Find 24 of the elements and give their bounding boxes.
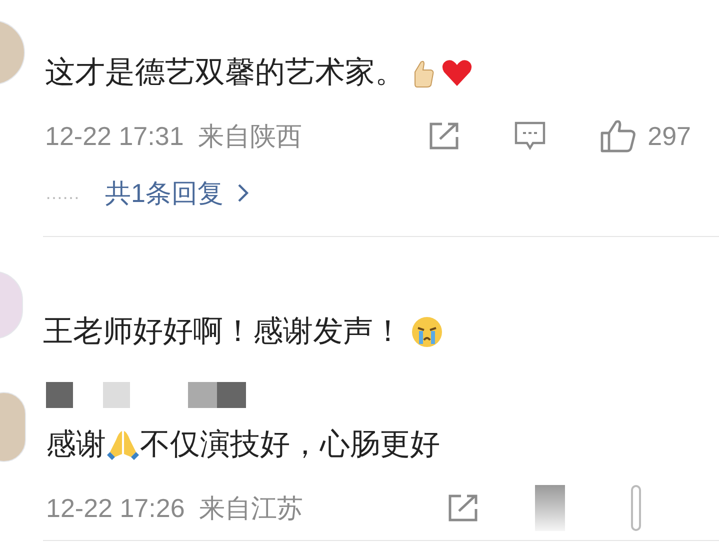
- ellipsis-dots: ……: [45, 182, 79, 205]
- share-icon[interactable]: [428, 121, 460, 152]
- replies-link[interactable]: 共1条回复: [105, 174, 224, 213]
- comment-time: 12-22 17:26: [46, 492, 185, 525]
- blurred-block: [535, 485, 565, 532]
- comment-text: 王老师好好啊！感谢发声！: [43, 313, 691, 350]
- comment-location: 来自江苏: [198, 492, 303, 525]
- redacted-block: [217, 382, 246, 408]
- share-icon[interactable]: [447, 493, 479, 524]
- comment-text: 感谢 不仅演技好，心肠更好: [46, 427, 441, 464]
- redacted-block: [46, 382, 73, 408]
- heart-icon: [441, 58, 473, 88]
- comment-time: 12-22 17:31: [45, 120, 184, 153]
- like-count: 297: [648, 120, 691, 153]
- folded-hands-icon: [106, 428, 140, 462]
- redacted-block: [103, 382, 130, 408]
- crying-face-icon: [411, 316, 443, 348]
- redacted-block: [188, 382, 217, 408]
- comment-text: 这才是德艺双馨的艺术家。: [45, 54, 691, 92]
- comment-location: 来自陕西: [198, 120, 302, 153]
- comment-icon[interactable]: [514, 121, 546, 152]
- thumbs-up-icon[interactable]: [600, 119, 636, 154]
- chevron-right-icon[interactable]: [237, 183, 250, 204]
- blurred-block: [631, 485, 641, 532]
